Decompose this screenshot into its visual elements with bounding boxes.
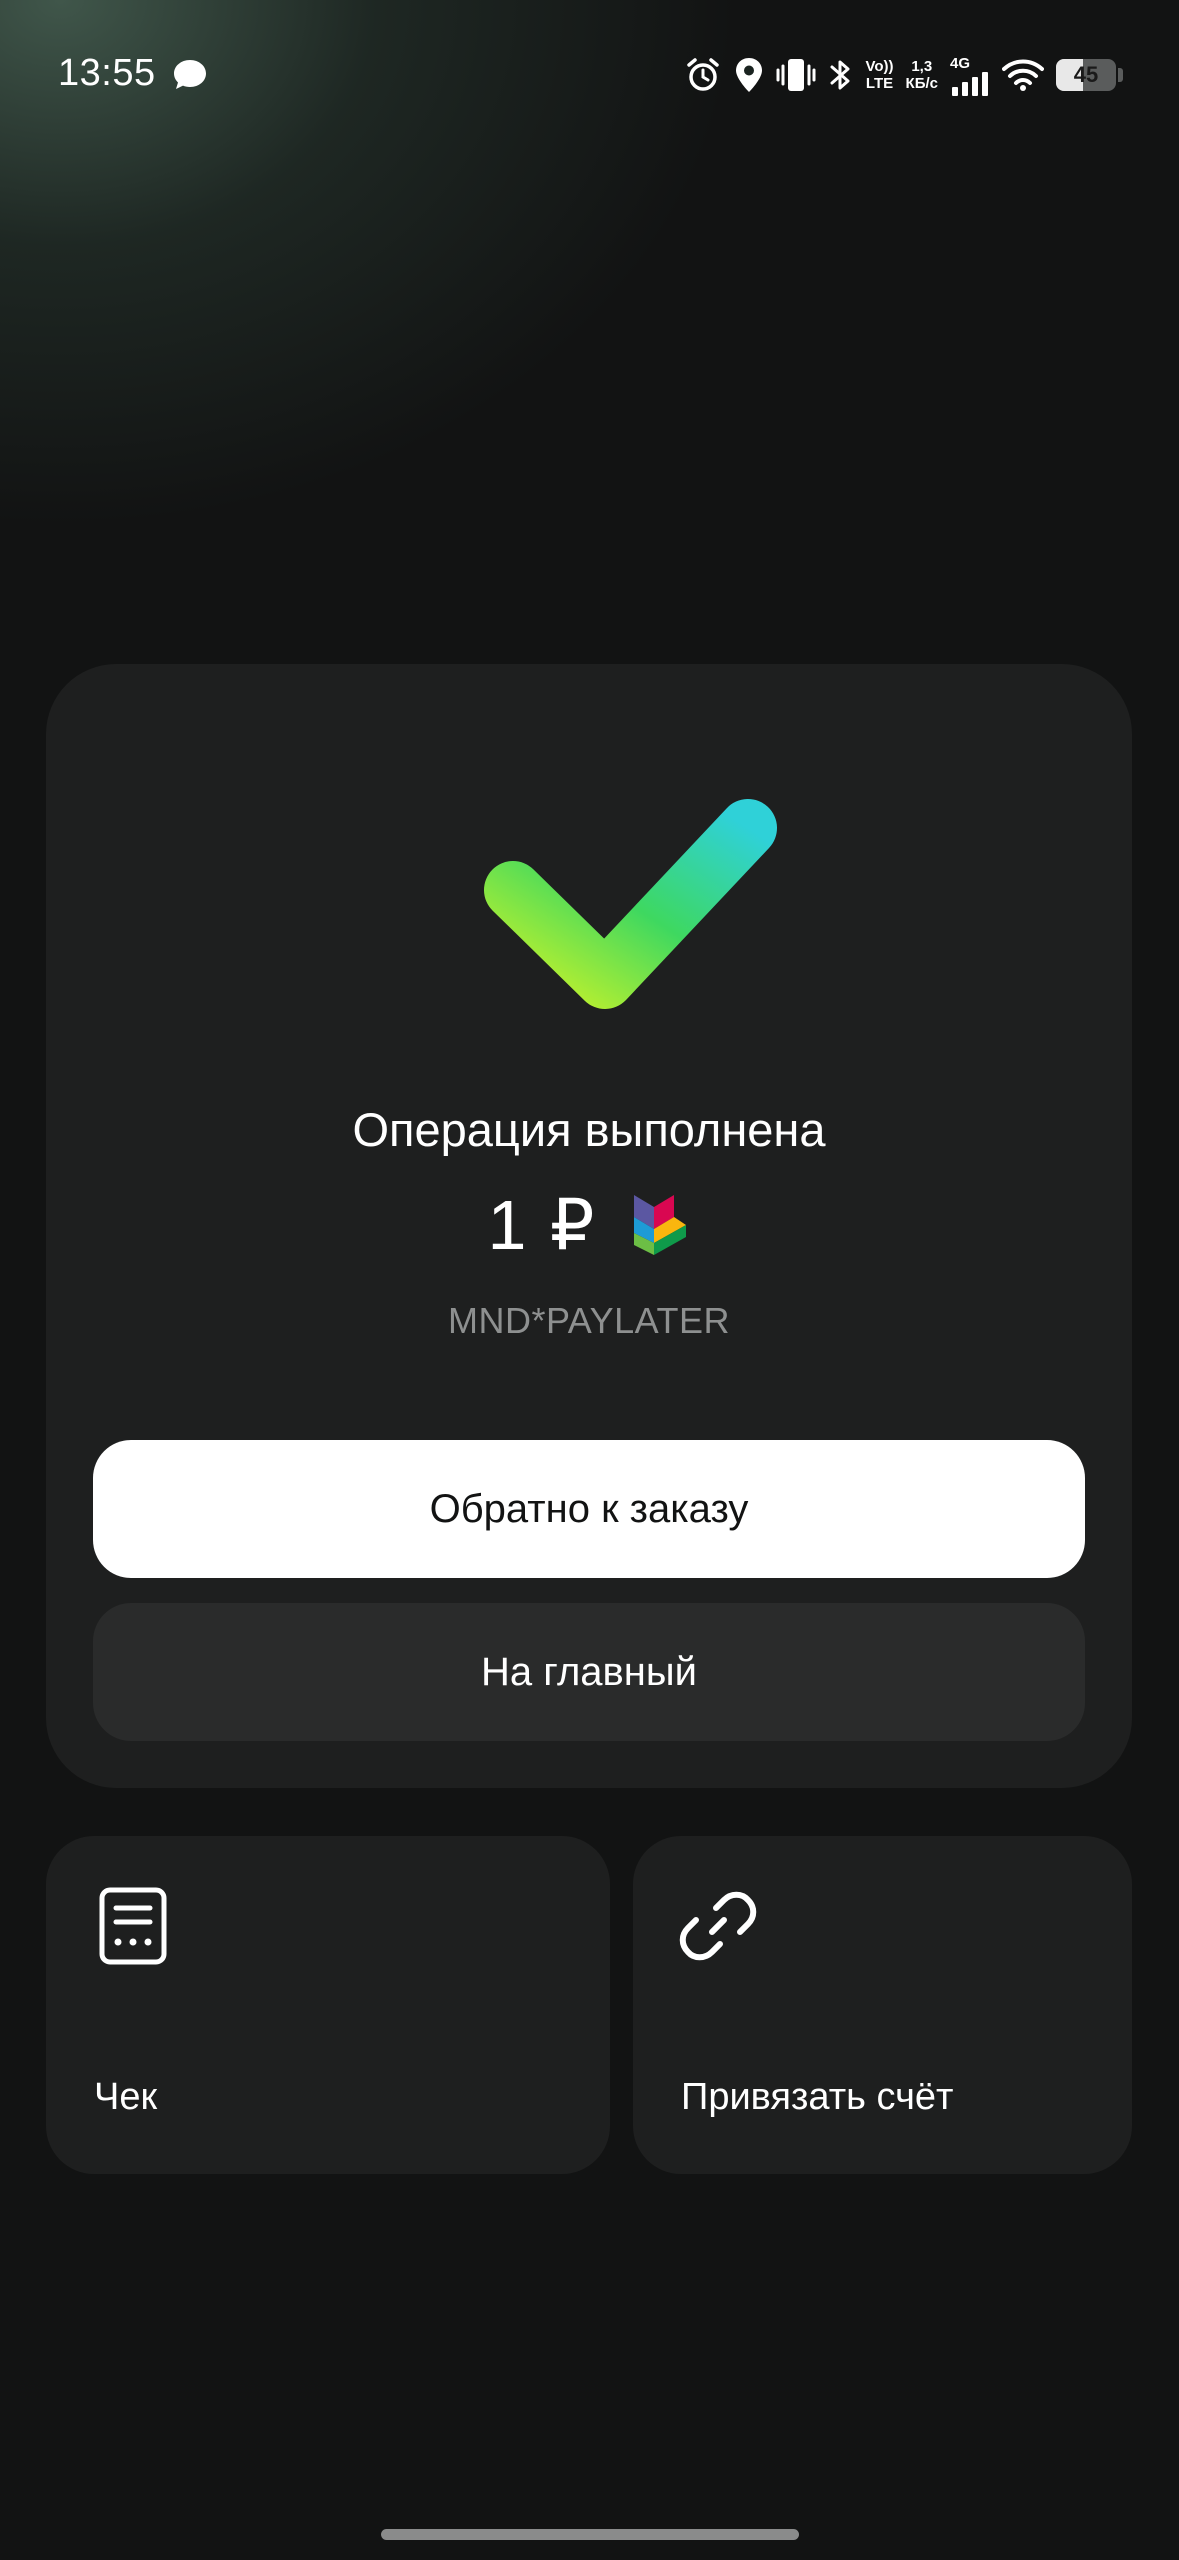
signal-bars-icon <box>952 71 988 96</box>
link-icon <box>679 1891 757 1961</box>
receipt-label: Чек <box>94 2076 158 2118</box>
battery-level: 45 <box>1073 62 1099 87</box>
amount-row: 1 ₽ <box>46 1184 1132 1266</box>
battery-indicator: 45 <box>1056 59 1123 91</box>
payment-amount: 1 ₽ <box>487 1186 597 1264</box>
sbp-logo-icon <box>634 1195 687 1255</box>
merchant-name: MND*PAYLATER <box>447 1300 731 1341</box>
bluetooth-icon <box>830 60 849 90</box>
back-to-order-button[interactable]: Обратно к заказу <box>93 1440 1085 1578</box>
status-icons: Vo)) LTE 1,3 КБ/с 4G 45 <box>684 50 1123 100</box>
vibrate-icon <box>776 59 815 91</box>
link-account-label: Привязать счёт <box>681 2076 954 2118</box>
operation-status-title: Операция выполнена <box>352 1103 826 1156</box>
go-home-button[interactable]: На главный <box>93 1603 1085 1741</box>
volte-indicator: Vo)) LTE <box>865 58 894 92</box>
network-type: 4G <box>950 54 971 72</box>
receipt-icon <box>99 1887 167 1965</box>
payment-result-card: Операция выполнена 1 ₽ MND*PAYLATER Обра… <box>46 664 1132 1788</box>
cell-signal: 4G <box>950 55 990 96</box>
message-bubble-icon <box>174 60 206 89</box>
alarm-icon <box>686 58 719 91</box>
link-account-tile[interactable]: Привязать счёт <box>633 1836 1132 2174</box>
battery-tip <box>1118 68 1123 82</box>
battery-body: 45 <box>1056 59 1116 91</box>
checkmark-icon <box>484 799 777 1009</box>
location-pin-icon <box>735 58 762 92</box>
status-time: 13:55 <box>58 52 156 94</box>
receipt-tile[interactable]: Чек <box>46 1836 610 2174</box>
wifi-icon <box>1002 59 1044 91</box>
home-indicator[interactable] <box>381 2529 799 2540</box>
status-bar: 13:55 Vo)) LTE 1,3 КБ/с 4G 45 <box>0 0 1179 150</box>
network-speed: 1,3 КБ/с <box>905 58 938 92</box>
